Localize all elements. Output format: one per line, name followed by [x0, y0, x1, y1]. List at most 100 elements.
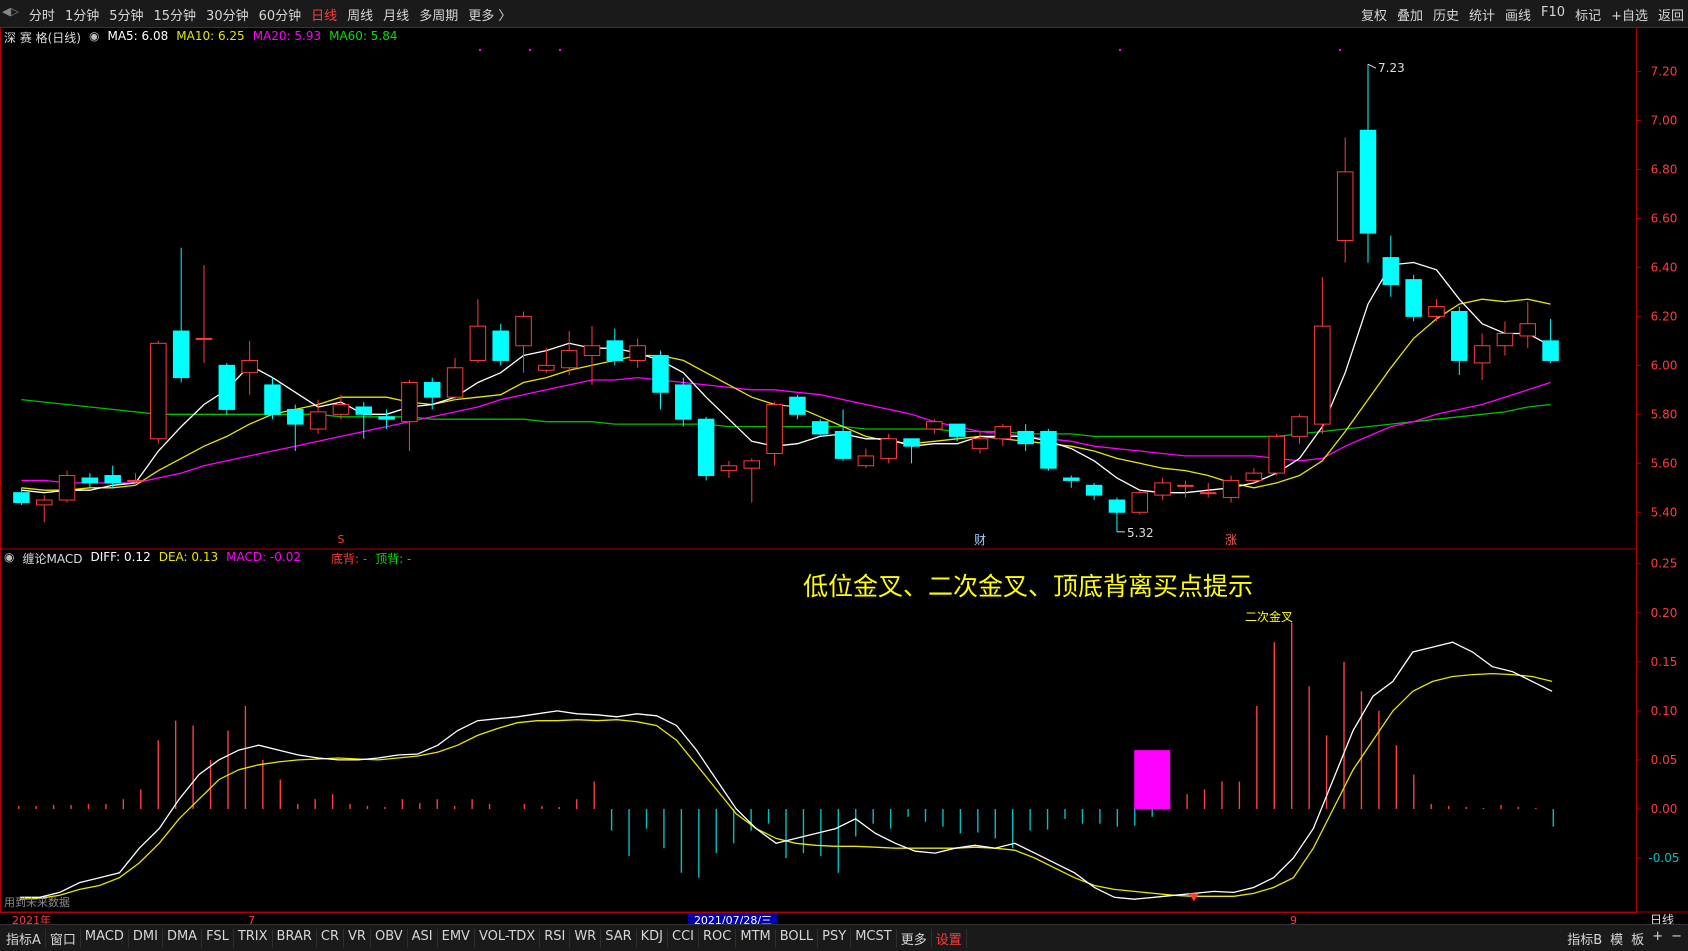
candle-body-41: [948, 423, 966, 437]
toolbar-button-8[interactable]: 返回: [1658, 5, 1684, 24]
indicator-tab-11[interactable]: ASI: [408, 929, 438, 948]
indicator-tab-0[interactable]: 指标A: [2, 929, 46, 948]
indicator-tab-8[interactable]: CR: [317, 929, 345, 948]
indicator-tab-6[interactable]: TRIX: [234, 929, 273, 948]
toolbar-button-1[interactable]: 叠加: [1397, 5, 1423, 24]
period-tab-9[interactable]: 多周期: [419, 5, 458, 24]
price-tick-label-7: 6.80: [1651, 162, 1678, 176]
candle-body-9: [218, 364, 236, 410]
indicator-tab-5[interactable]: FSL: [202, 929, 234, 948]
indicator-tab-9[interactable]: VR: [344, 929, 371, 948]
chart-canvas[interactable]: 5.40 5.60 5.80 6.00 6.20 6.40 6.60 6.80 7.00 7.20…: [0, 27, 1688, 924]
high-arrow: [1367, 63, 1377, 69]
candle-body-35: [811, 421, 829, 435]
period-tab-4[interactable]: 30分钟: [206, 5, 249, 24]
candle-body-4: [104, 475, 121, 484]
toolbar-button-2[interactable]: 历史: [1433, 5, 1459, 24]
candle-body-45: [1040, 430, 1057, 469]
price-tick-label-2: 5.80: [1651, 407, 1678, 421]
candle-body-25: [583, 345, 601, 357]
period-tab-3[interactable]: 15分钟: [154, 5, 197, 24]
toolbar-button-5[interactable]: F10: [1541, 5, 1565, 24]
toolbar-button-0[interactable]: 复权: [1361, 5, 1387, 24]
candle-body-12: [287, 408, 304, 425]
indicator-name[interactable]: 缠论MACD: [22, 550, 82, 567]
period-tab-1[interactable]: 1分钟: [65, 5, 99, 24]
x-label-year: 2021年: [12, 913, 51, 924]
zhang-marker: 涨: [1225, 532, 1237, 547]
indicator-tab-13[interactable]: VOL-TDX: [475, 929, 541, 948]
stock-name: 深 赛 格(日线): [4, 31, 81, 45]
x-label-month-7: 7: [248, 914, 255, 924]
gear-icon[interactable]: ◉: [4, 550, 14, 567]
period-tab-2[interactable]: 5分钟: [109, 5, 143, 24]
indicator-tab-22[interactable]: PSY: [818, 929, 852, 948]
indicator-tab-25[interactable]: 设置: [932, 929, 967, 948]
indicator-tab-23[interactable]: MCST: [851, 929, 897, 948]
price-legend: 深 赛 格(日线) ◉ MA5: 6.08 MA10: 6.25 MA20: 5…: [4, 29, 398, 46]
indicator-tab-15[interactable]: WR: [570, 929, 602, 948]
indicator-tab-21[interactable]: BOLL: [776, 929, 819, 948]
indicator-tab-18[interactable]: CCI: [668, 929, 700, 948]
bottom-divergence: 底背: -: [331, 552, 368, 566]
panel-control-4[interactable]: −: [1671, 929, 1682, 948]
candle-body-57: [1314, 325, 1331, 425]
diff-value: DIFF: 0.12: [90, 550, 151, 564]
candle-body-5: [127, 479, 144, 482]
panel-control-0[interactable]: 指标B: [1567, 929, 1602, 948]
indicator-tab-24[interactable]: 更多: [897, 929, 932, 948]
panel-control-2[interactable]: 板: [1631, 929, 1644, 948]
candle-body-15: [355, 406, 373, 415]
top-divergence: 顶背: -: [375, 552, 412, 566]
period-tab-7[interactable]: 周线: [347, 5, 373, 24]
candle-body-58: [1336, 171, 1354, 241]
price-tick-label-4: 6.20: [1651, 309, 1678, 323]
toolbar-button-3[interactable]: 统计: [1469, 5, 1495, 24]
toolbar-button-4[interactable]: 画线: [1505, 5, 1531, 24]
period-tab-10[interactable]: 更多 〉: [468, 5, 511, 24]
indicator-tab-1[interactable]: 窗口: [46, 929, 81, 948]
candle-body-18: [423, 381, 441, 398]
indicator-tabbar: 指标A 窗口 MACD DMI DMA FSL TRIX BRAR CR VR OBV ASI EMV V…: [0, 924, 1688, 951]
candle-body-44: [1017, 430, 1034, 445]
candle-body-46: [1063, 477, 1080, 481]
toolbar-button-6[interactable]: 标记: [1575, 5, 1601, 24]
cursor-date-label: 2021/07/28/三: [694, 914, 772, 924]
candle-body-66: [1519, 323, 1537, 337]
period-tab-6[interactable]: 日线: [311, 5, 337, 24]
macd-legend: ◉ 缠论MACD DIFF: 0.12 DEA: 0.13 MACD: -0.0…: [4, 550, 411, 567]
candle-body-48: [1108, 499, 1126, 513]
candle-body-63: [1451, 310, 1468, 361]
indicator-tab-14[interactable]: RSI: [540, 929, 571, 948]
toolbar-button-7[interactable]: +自选: [1611, 5, 1648, 24]
candle-body-52: [1199, 492, 1217, 495]
indicator-tab-7[interactable]: BRAR: [273, 929, 317, 948]
period-tab-0[interactable]: 分时: [29, 5, 55, 24]
collapse-icon[interactable]: ◀▷: [2, 5, 19, 24]
candle-body-55: [1268, 435, 1285, 474]
candle-body-28: [652, 355, 669, 393]
second-cross-label: 二次金叉: [1245, 610, 1294, 624]
eye-icon[interactable]: ◉: [89, 29, 99, 46]
indicator-tab-20[interactable]: MTM: [736, 929, 776, 948]
indicator-tab-10[interactable]: OBV: [371, 929, 408, 948]
period-tab-8[interactable]: 月线: [383, 5, 409, 24]
indicator-tab-17[interactable]: KDJ: [637, 929, 669, 948]
panel-control-1[interactable]: 模: [1610, 929, 1623, 948]
top-marker-dot-1: [528, 48, 532, 52]
candle-body-54: [1245, 472, 1263, 481]
period-tab-5[interactable]: 60分钟: [259, 5, 302, 24]
candle-body-42: [971, 438, 989, 450]
indicator-tab-19[interactable]: ROC: [699, 929, 737, 948]
dea-value: DEA: 0.13: [158, 550, 219, 564]
panel-control-3[interactable]: +: [1652, 929, 1663, 948]
candle-body-65: [1496, 333, 1514, 347]
indicator-tab-3[interactable]: DMI: [129, 929, 163, 948]
top-marker-dot-4: [1338, 48, 1342, 52]
indicator-tab-16[interactable]: SAR: [601, 929, 637, 948]
candle-body-8: [195, 337, 213, 340]
future-data-note: 用到未来数据: [4, 896, 70, 909]
indicator-tab-2[interactable]: MACD: [81, 929, 129, 948]
indicator-tab-4[interactable]: DMA: [163, 929, 203, 948]
indicator-tab-12[interactable]: EMV: [438, 929, 475, 948]
